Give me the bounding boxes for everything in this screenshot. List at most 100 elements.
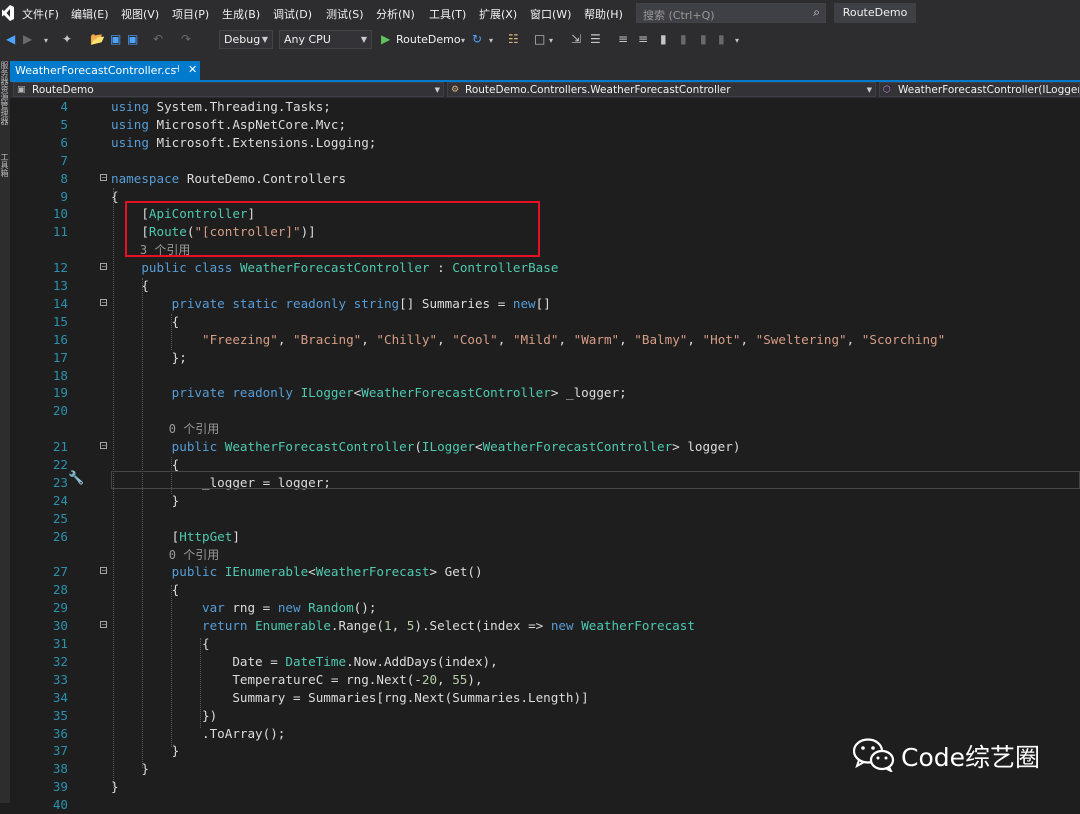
code-text: namespace RouteDemo.Controllers: [111, 170, 346, 188]
line-number: 32: [52, 653, 68, 669]
save-all-icon[interactable]: ▣: [127, 32, 138, 46]
line-number: 10: [52, 206, 68, 222]
menu-file[interactable]: 文件(F): [22, 6, 59, 22]
menu-view[interactable]: 视图(V): [121, 6, 159, 22]
menu-project[interactable]: 项目(P): [172, 6, 209, 22]
line-number: 13: [52, 278, 68, 293]
chevron-down-icon[interactable]: ▾: [549, 36, 553, 45]
code-text: }: [111, 742, 180, 760]
comment-icon[interactable]: ≡: [618, 32, 628, 46]
code-token: using: [111, 134, 149, 150]
line-number: 15: [52, 313, 68, 329]
browser-link-icon[interactable]: ☷: [508, 32, 519, 46]
menu-tools[interactable]: 工具(T): [429, 6, 466, 22]
navigate-forward-icon[interactable]: ▶: [23, 32, 32, 46]
menu-test[interactable]: 测试(S): [326, 6, 364, 22]
open-file-icon[interactable]: 📂: [90, 32, 105, 46]
chevron-down-icon: ▼: [261, 35, 268, 44]
fold-toggle-icon[interactable]: −: [100, 621, 108, 629]
toolbox-tab[interactable]: 工具箱: [0, 153, 10, 177]
codelens-reference-count[interactable]: 0 个引用: [111, 548, 219, 562]
menu-debug[interactable]: 调试(D): [273, 6, 312, 22]
line-number: 26: [52, 528, 68, 544]
refresh-icon[interactable]: ↻: [472, 32, 482, 46]
fold-toggle-icon[interactable]: −: [100, 173, 108, 181]
server-explorer-tab[interactable]: 服务器资源管理器: [0, 61, 10, 125]
code-line: 27 − public IEnumerable<WeatherForecast> …: [10, 563, 1080, 581]
line-number: 21: [52, 439, 68, 455]
code-token: new: [550, 618, 574, 634]
toolbar-overflow-icon[interactable]: ▾: [735, 36, 739, 45]
line-number: 25: [52, 510, 68, 526]
code-token: ();: [353, 600, 377, 616]
code-token: "Bracing": [293, 331, 362, 347]
code-text: using Microsoft.Extensions.Logging;: [111, 134, 376, 152]
code-line: 26 [HttpGet]: [10, 528, 1080, 546]
fold-toggle-icon[interactable]: −: [100, 263, 108, 271]
step-into-icon[interactable]: ⇲: [571, 32, 581, 46]
start-debug-icon[interactable]: ▶: [381, 32, 390, 46]
code-line: 0 个引用: [10, 420, 1080, 438]
code-token: 1: [384, 618, 392, 634]
fold-toggle-icon[interactable]: −: [100, 442, 108, 450]
step-over-icon[interactable]: ☰: [590, 32, 601, 46]
code-line: 24 }: [10, 492, 1080, 510]
pin-icon[interactable]: ⊣: [171, 64, 180, 75]
menu-edit[interactable]: 编辑(E): [71, 6, 109, 22]
code-line: 4 using System.Threading.Tasks;: [10, 98, 1080, 116]
start-debug-button[interactable]: RouteDemo: [396, 33, 461, 46]
menu-window[interactable]: 窗口(W): [530, 6, 571, 22]
solution-config-select[interactable]: Debug ▼: [219, 30, 273, 49]
code-token: > _logger;: [550, 385, 627, 401]
code-token: [: [111, 528, 180, 544]
wechat-icon: [853, 738, 895, 772]
visual-studio-logo-icon[interactable]: [2, 5, 14, 21]
code-line: 34 Summary = Summaries[rng.Next(Summarie…: [10, 689, 1080, 707]
code-line: 0 个引用: [10, 546, 1080, 564]
prev-bookmark-icon[interactable]: ▮: [680, 32, 687, 46]
code-line: 17 };: [10, 349, 1080, 367]
close-icon[interactable]: ✕: [188, 63, 197, 76]
navigate-back-icon[interactable]: ◀: [6, 32, 15, 46]
fold-toggle-icon[interactable]: −: [100, 567, 108, 575]
dropdown-arrow-icon[interactable]: ▾: [44, 36, 48, 45]
code-token: ,: [497, 331, 513, 347]
standard-toolbar: ◀ ▶ ▾ ✦ 📂 ▣ ▣ ↶ ↷ Debug ▼ Any CPU ▼ ▶ Ro…: [0, 27, 1080, 53]
code-token: []: [535, 295, 551, 311]
codelens-reference-count[interactable]: 0 个引用: [111, 422, 219, 436]
menu-extensions[interactable]: 扩展(X): [479, 6, 517, 22]
project-dropdown[interactable]: ▣ RouteDemo ▼: [13, 82, 444, 97]
code-text: "Freezing", "Bracing", "Chilly", "Cool",…: [111, 331, 945, 349]
save-icon[interactable]: ▣: [110, 32, 121, 46]
screenshot-icon[interactable]: □: [534, 32, 545, 46]
code-token: rng =: [224, 600, 278, 616]
redo-icon[interactable]: ↷: [181, 32, 191, 46]
undo-icon[interactable]: ↶: [153, 32, 163, 46]
menu-build[interactable]: 生成(B): [222, 6, 260, 22]
left-tool-strip: 服务器资源管理器 工具箱: [0, 53, 10, 803]
member-dropdown[interactable]: ⬡ WeatherForecastController(ILogger<: [879, 82, 1080, 97]
code-token: ).Select(index =>: [414, 618, 551, 634]
code-token: > Get(): [429, 564, 483, 580]
next-bookmark-icon[interactable]: ▮: [700, 32, 707, 46]
uncomment-icon[interactable]: ≡: [638, 32, 648, 46]
code-token: WeatherForecastController: [224, 439, 415, 455]
clear-bookmarks-icon[interactable]: ▮: [718, 32, 725, 46]
fold-toggle-icon[interactable]: −: [100, 298, 108, 306]
menu-help[interactable]: 帮助(H): [584, 6, 623, 22]
new-project-icon[interactable]: ✦: [62, 32, 72, 46]
class-dropdown[interactable]: ⚙ RouteDemo.Controllers.WeatherForecastC…: [447, 82, 876, 97]
screwdriver-icon[interactable]: 🔧: [68, 471, 84, 486]
search-input[interactable]: 搜索 (Ctrl+Q) ⌕: [636, 3, 826, 23]
line-number: 39: [52, 779, 68, 795]
solution-platform-select[interactable]: Any CPU ▼: [279, 30, 372, 49]
code-token: "Cool": [452, 331, 498, 347]
chevron-down-icon[interactable]: ▾: [461, 36, 465, 45]
line-number: 31: [52, 636, 68, 651]
code-token: {: [111, 582, 180, 598]
bookmark-icon[interactable]: ▮: [660, 32, 667, 46]
chevron-down-icon[interactable]: ▾: [489, 36, 493, 45]
menu-analyze[interactable]: 分析(N): [376, 6, 415, 22]
document-tab-active[interactable]: WeatherForecastController.cs ⊣ ✕: [10, 61, 200, 80]
